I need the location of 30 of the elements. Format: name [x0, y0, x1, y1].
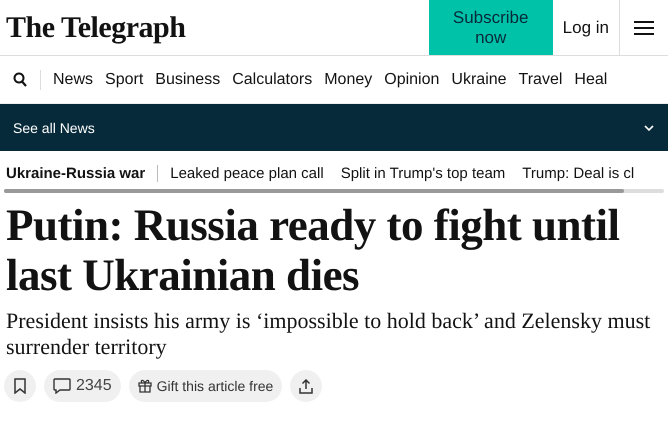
- nav-link[interactable]: Travel: [512, 70, 568, 88]
- gift-button[interactable]: Gift this article free: [128, 370, 282, 402]
- topic-link[interactable]: Trump: Deal is cl: [522, 164, 634, 182]
- nav-link[interactable]: News: [47, 70, 100, 88]
- share-icon: [299, 378, 314, 394]
- topic-link[interactable]: Split in Trump's top team: [340, 164, 506, 182]
- nav-link[interactable]: Money: [318, 70, 378, 88]
- nav-link[interactable]: Sport: [99, 70, 150, 88]
- nav-link[interactable]: Business: [149, 70, 226, 88]
- logo[interactable]: The Telegraph: [0, 0, 429, 55]
- section-label: See all News: [13, 120, 95, 136]
- search-icon[interactable]: [13, 72, 27, 87]
- topic-title[interactable]: Ukraine-Russia war: [6, 164, 158, 182]
- share-button[interactable]: [290, 370, 322, 402]
- comments-button[interactable]: 2345: [44, 370, 121, 402]
- scrollbar[interactable]: [4, 189, 664, 193]
- bookmark-icon: [14, 378, 26, 394]
- nav-link[interactable]: Ukraine: [445, 70, 513, 88]
- topic-link[interactable]: Leaked peace plan call: [170, 164, 324, 182]
- bookmark-button[interactable]: [4, 370, 36, 402]
- menu-icon: [634, 20, 654, 36]
- nav-link[interactable]: Heal: [568, 70, 614, 88]
- nav-link[interactable]: Opinion: [378, 70, 446, 88]
- subscribe-button[interactable]: Subscribe now: [428, 0, 553, 55]
- headline: Putin: Russia ready to fight until last Ukrainian dies: [6, 200, 621, 300]
- gift-icon: [138, 379, 152, 393]
- section-bar[interactable]: See all News: [0, 104, 668, 151]
- comment-icon: [53, 378, 71, 394]
- nav-link[interactable]: Calculators: [226, 70, 318, 88]
- standfirst: President insists his army is ‘impossible to hold back’ and Zelensky must surrender territory: [6, 308, 652, 360]
